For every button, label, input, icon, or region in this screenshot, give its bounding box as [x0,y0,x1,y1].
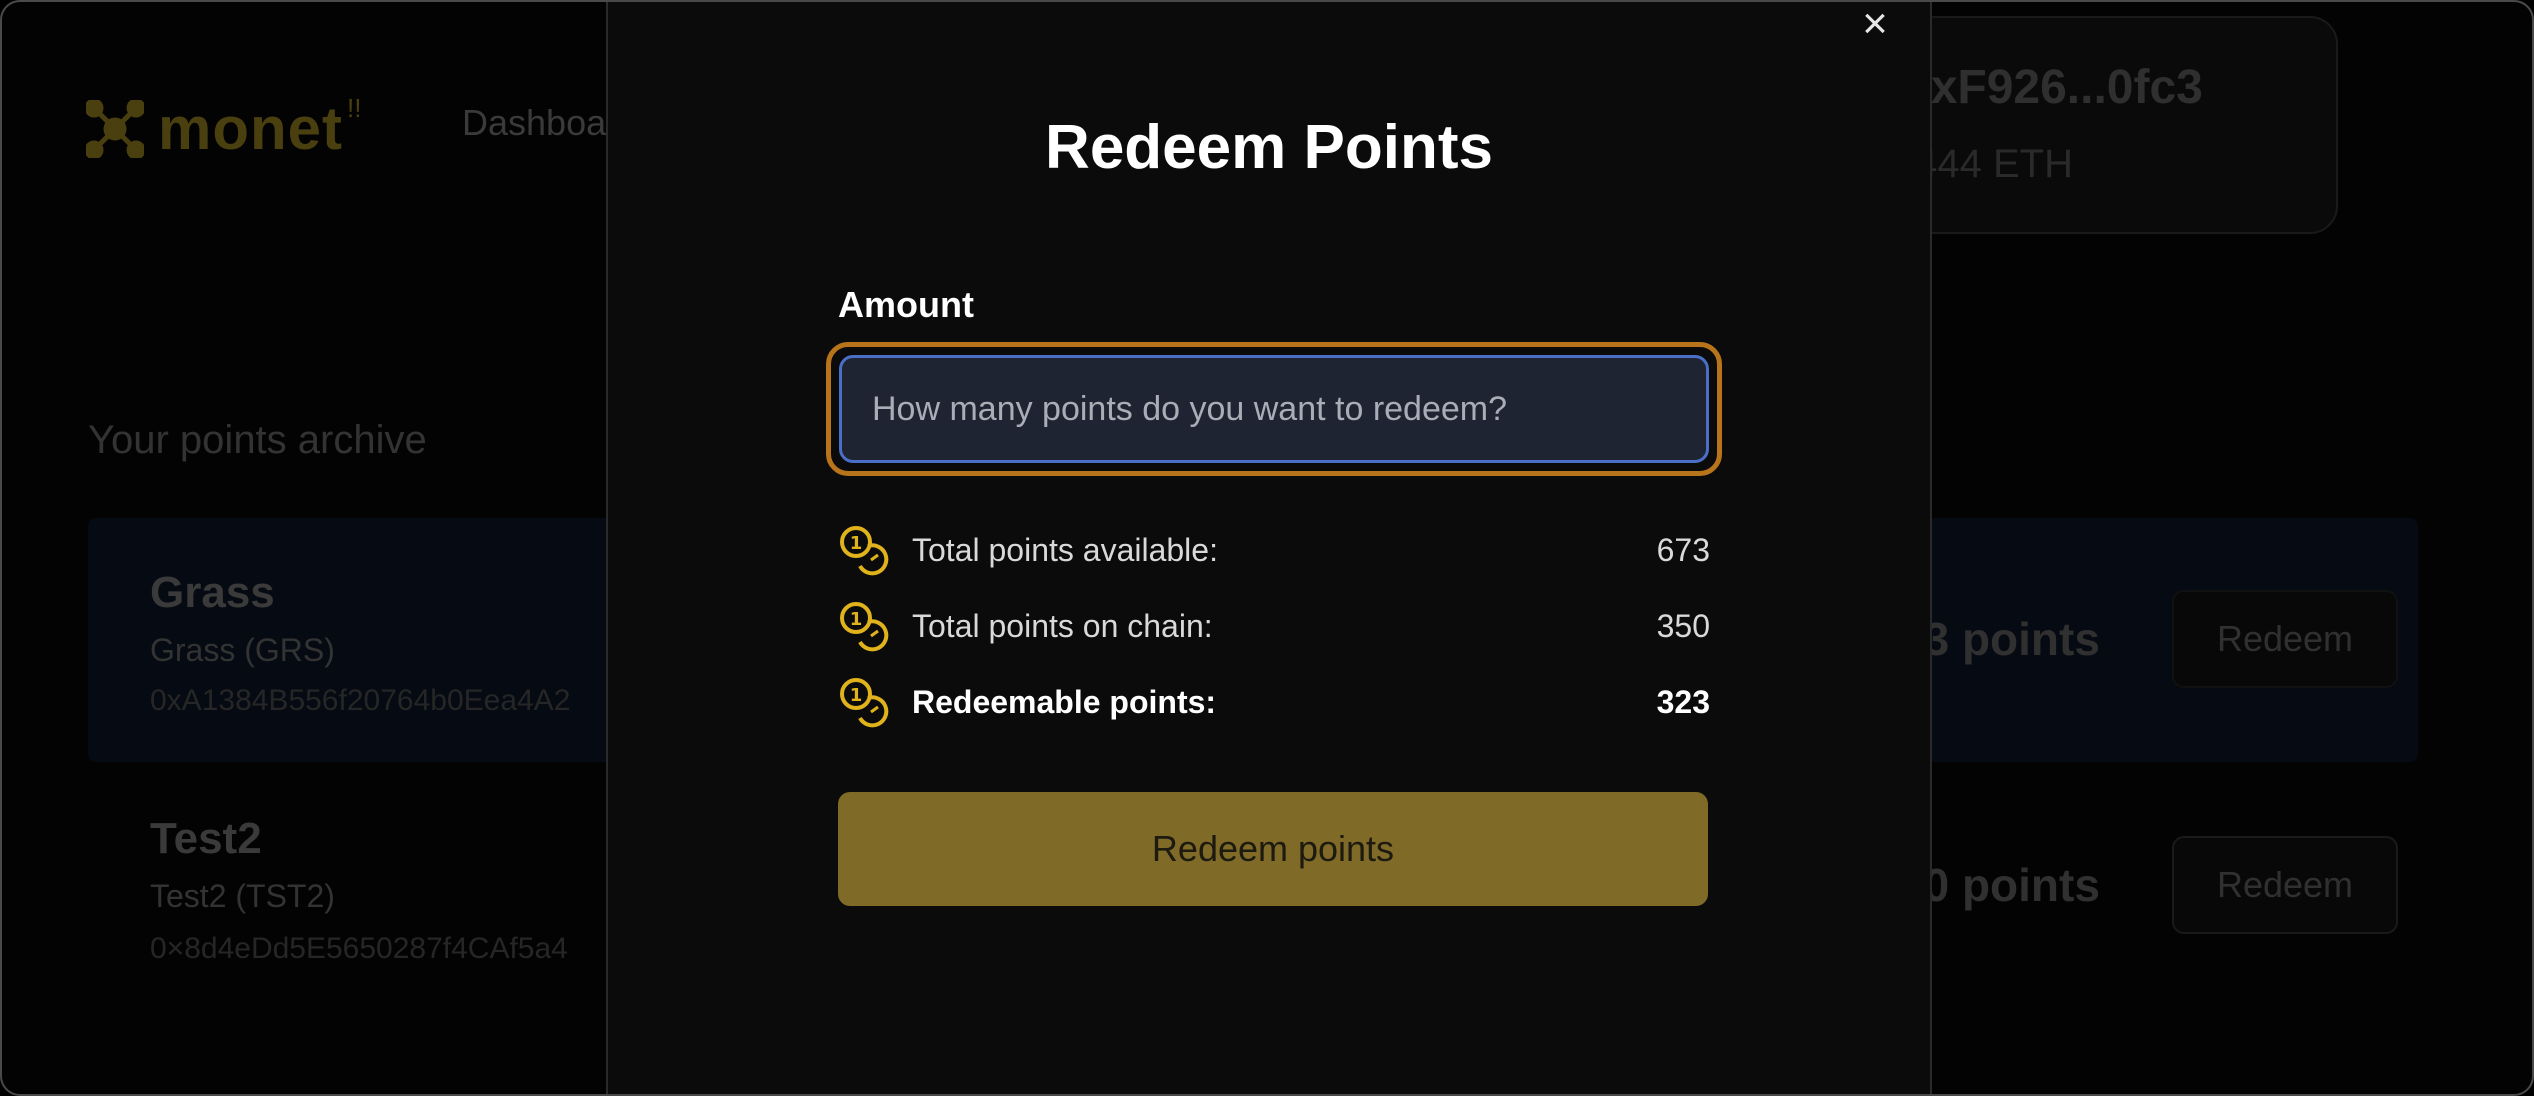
card-name: Test2 [150,814,262,863]
logo-superscript: !! [347,93,362,123]
logo-text: monet [158,95,343,162]
amount-input[interactable] [839,355,1709,463]
app-frame: monet !! Dashboa 0xF926...0fc3 .444 ETH … [0,0,2534,1096]
modal-title: Redeem Points [1045,113,1493,182]
stat-label: Total points available: [912,531,1218,568]
stat-label: Total points on chain: [912,607,1213,644]
stat-value: 673 [1656,531,1710,568]
wallet-card[interactable] [1872,16,2338,234]
svg-text:1: 1 [850,533,863,554]
card-address: 0×8d4eDd5E5650287f4CAf5a4 [150,932,568,965]
card-address: 0xA1384B556f20764b0Eea4A2 [150,684,571,717]
coins-icon: 1 [840,678,889,728]
card-name: Grass [150,568,275,617]
svg-text:1: 1 [850,685,863,706]
card-symbol: Test2 (TST2) [150,878,335,914]
logo[interactable]: monet !! [86,93,371,163]
card-symbol: Grass (GRS) [150,632,335,668]
archive-title: Your points archive [88,418,427,462]
close-icon[interactable]: × [1850,2,1900,48]
stat-label: Redeemable points: [912,683,1217,720]
stat-redeemable: 1 Redeemable points: 323 [838,674,1710,730]
amount-input-focus-ring [826,342,1722,476]
redeem-points-button[interactable]: Redeem points [838,792,1708,906]
stat-value: 350 [1656,607,1710,644]
stat-total-available: 1 Total points available: 673 [838,522,1710,578]
coins-icon: 1 [840,526,889,576]
wallet-address: 0xF926...0fc3 [1904,61,2203,114]
stat-total-on-chain: 1 Total points on chain: 350 [838,598,1710,654]
molecule-logo-icon [86,99,144,158]
coins-icon: 1 [840,602,889,652]
nav-dashboard-link[interactable]: Dashboa [462,102,606,144]
stat-value: 323 [1656,683,1710,720]
svg-text:1: 1 [850,609,863,630]
amount-label: Amount [838,284,974,325]
redeem-button[interactable]: Redeem [2172,590,2398,688]
redeem-button[interactable]: Redeem [2172,836,2398,934]
redeem-modal: × Redeem Points Amount 1 Total points av… [606,2,1932,1094]
